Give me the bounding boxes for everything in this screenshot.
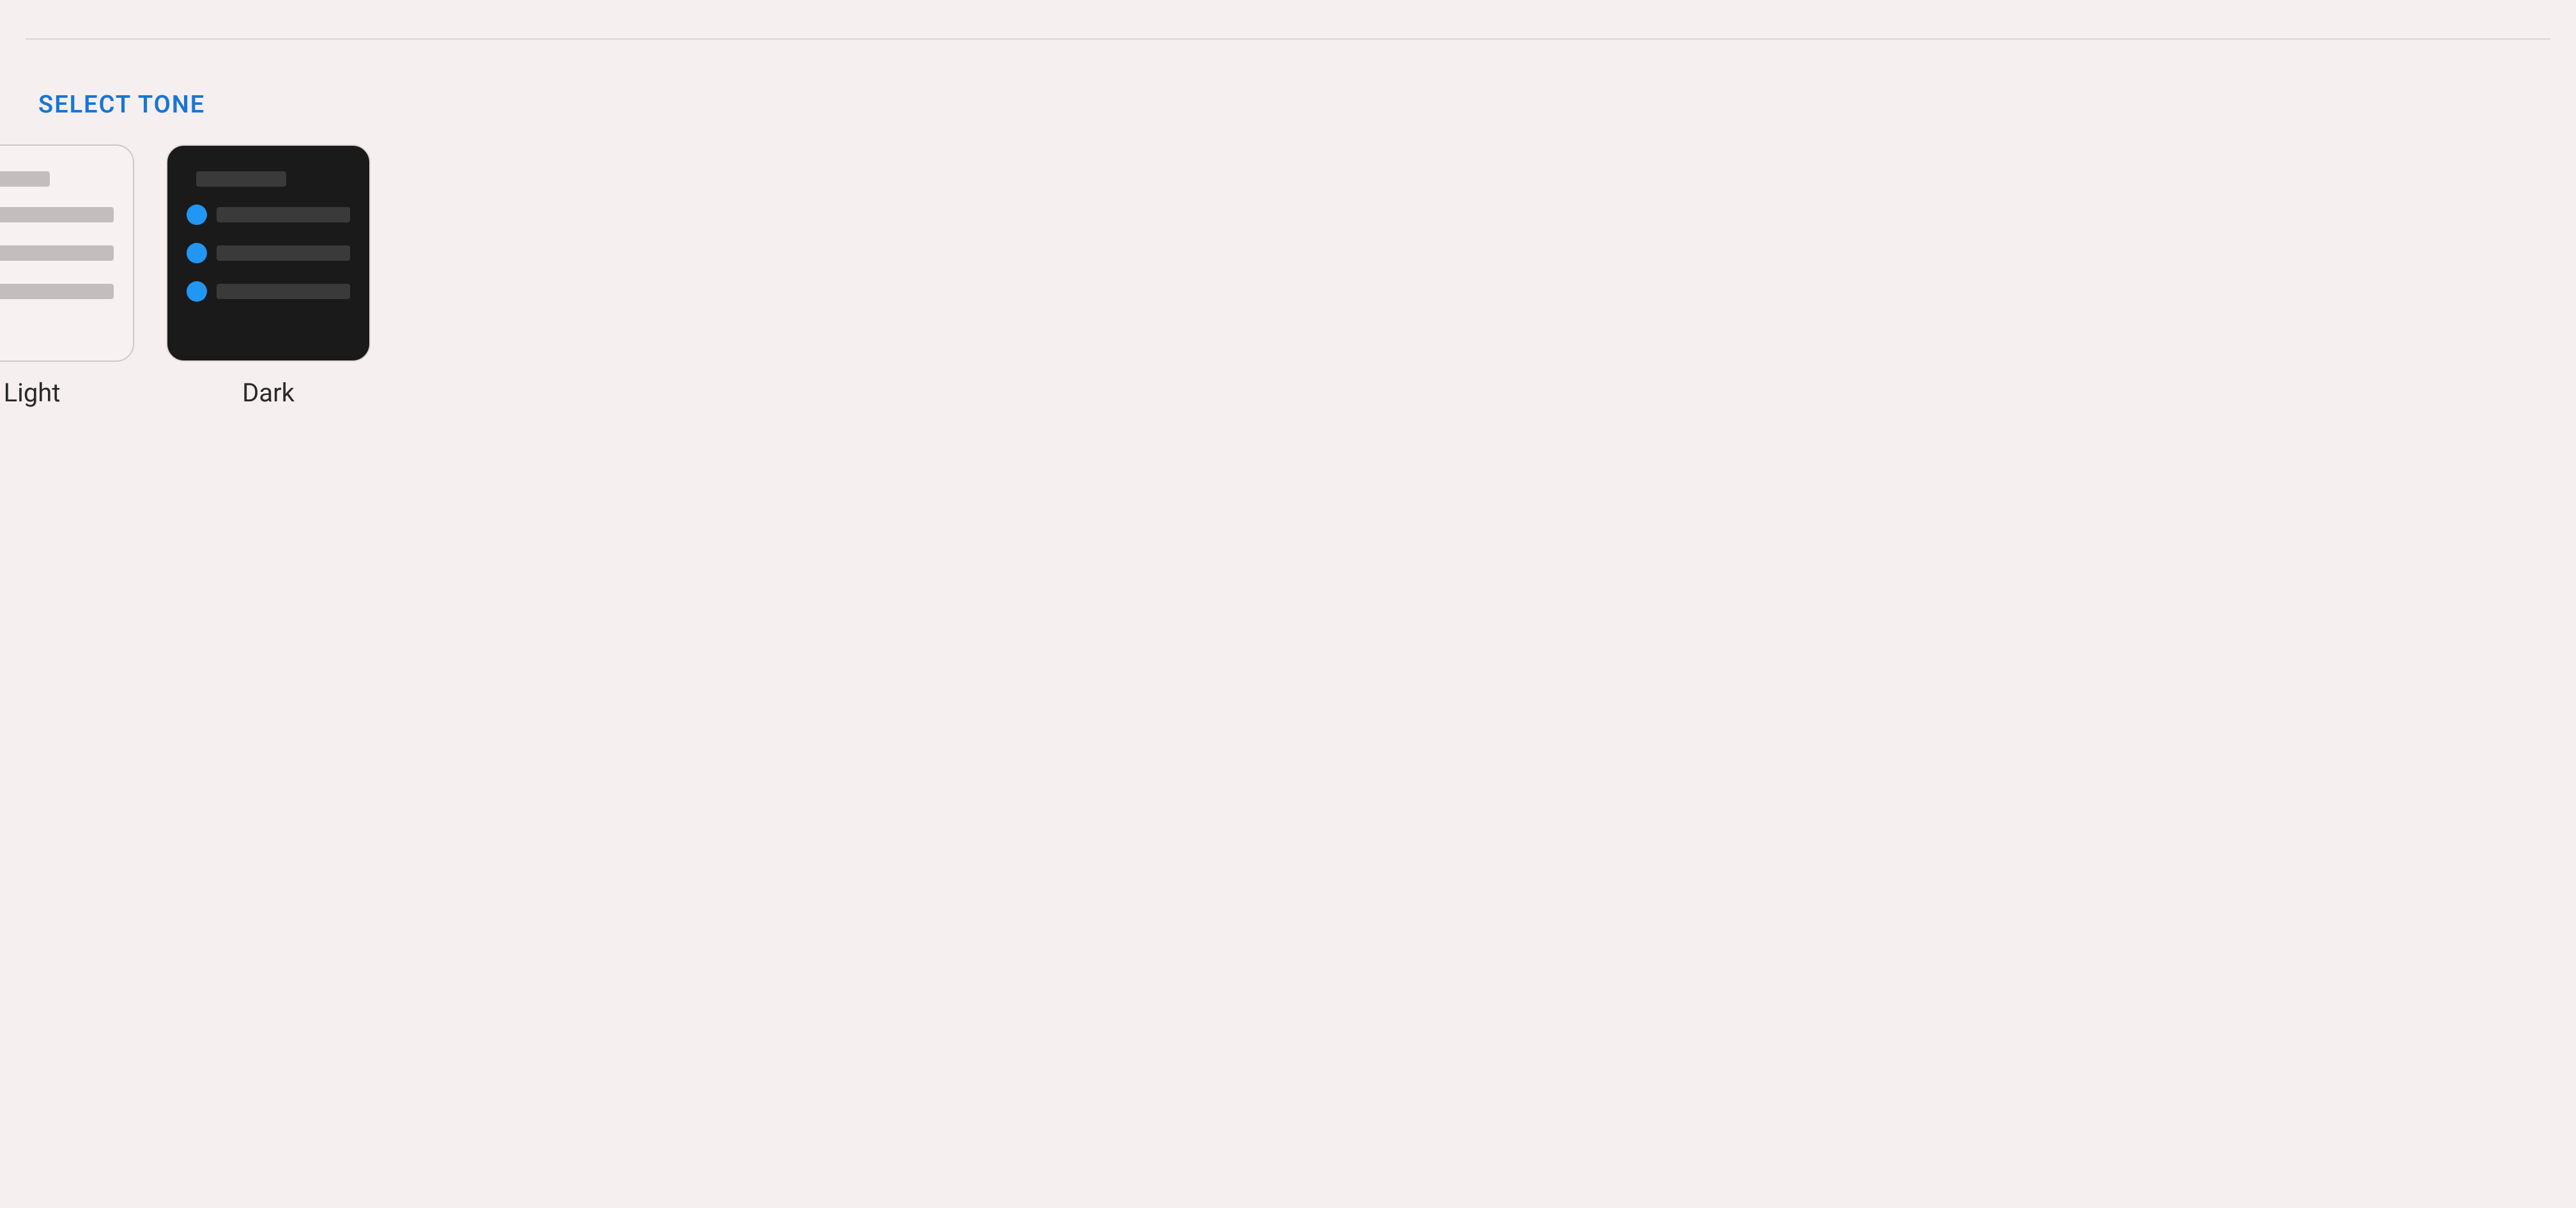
tone-card-dark[interactable] — [166, 144, 371, 362]
tone-option-light: Light — [0, 144, 134, 408]
preview-list-item — [0, 243, 114, 263]
section-title: SELECT TONE — [38, 91, 2550, 119]
tone-card-light[interactable] — [0, 144, 134, 362]
preview-line — [217, 207, 350, 222]
preview-line — [217, 284, 350, 299]
settings-container: SELECT TONE — [0, 0, 2576, 1208]
preview-list-item — [187, 243, 350, 263]
preview-line — [0, 245, 114, 261]
tone-options-row: Light Dark — [0, 144, 2550, 408]
preview-list-item — [187, 281, 350, 302]
dot-icon — [187, 281, 207, 302]
preview-title-bar — [0, 171, 50, 187]
divider — [26, 38, 2550, 40]
preview-line — [0, 284, 114, 299]
preview-title-bar — [196, 171, 286, 187]
dot-icon — [187, 243, 207, 263]
preview-list-item — [187, 205, 350, 225]
tone-label-light: Light — [4, 378, 61, 408]
preview-list-item — [0, 281, 114, 302]
preview-list-item — [0, 205, 114, 225]
preview-line — [0, 207, 114, 222]
dot-icon — [187, 205, 207, 225]
tone-label-dark: Dark — [242, 378, 295, 408]
preview-line — [217, 245, 350, 261]
tone-option-dark: Dark — [166, 144, 371, 408]
